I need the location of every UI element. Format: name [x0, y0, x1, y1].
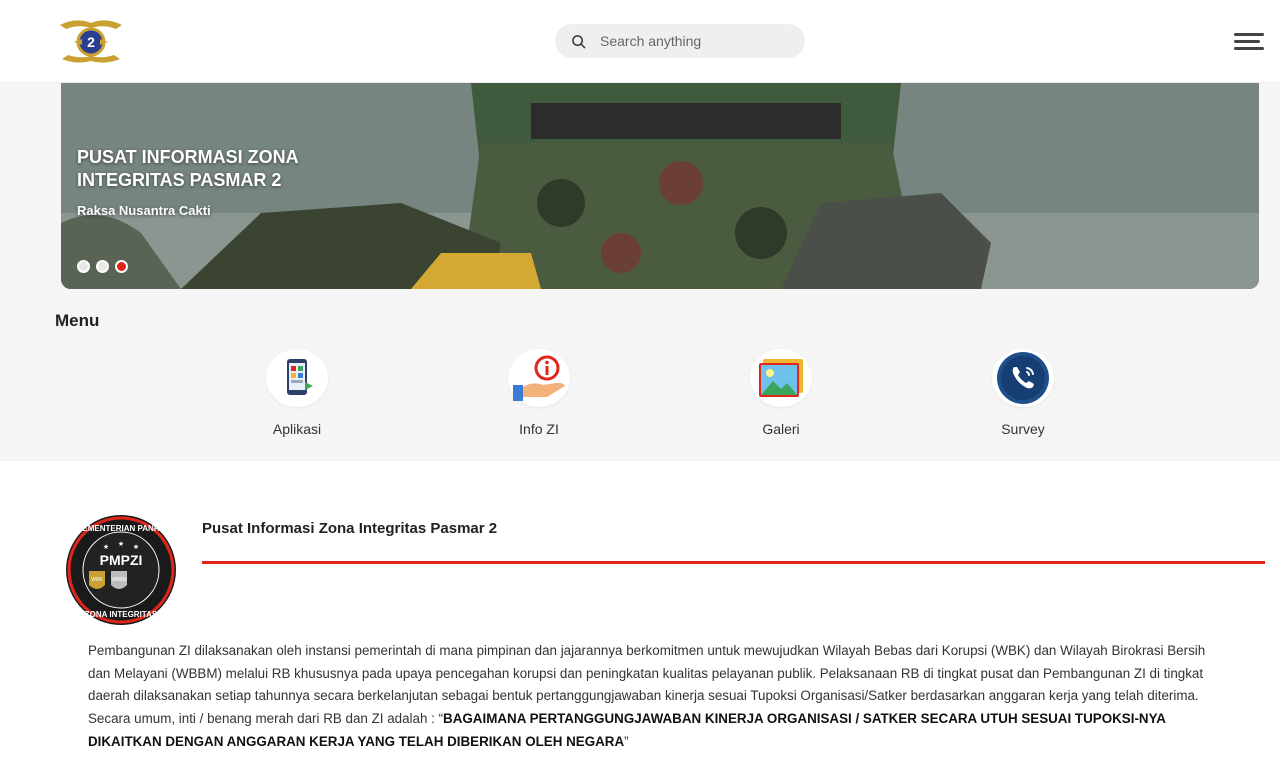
menu-item-galeri[interactable]: Galeri	[721, 349, 841, 437]
menu-label: Survey	[1001, 421, 1045, 437]
info-hand-icon	[513, 355, 565, 401]
search-input[interactable]	[598, 32, 792, 50]
hero-title: PUSAT INFORMASI ZONA INTEGRITAS PASMAR 2	[77, 147, 298, 190]
search-icon	[572, 34, 586, 48]
menu-item-survey[interactable]: Survey	[963, 349, 1083, 437]
badge-left-shield-text: WBK	[91, 577, 103, 583]
svg-text:2: 2	[87, 34, 95, 50]
pmpzi-badge-icon: KEMENTERIAN PANRB PMPZI ★ ★ ★ WBK WBBM Z…	[66, 515, 176, 625]
svg-text:★: ★	[103, 543, 109, 551]
menu-heading: Menu	[55, 311, 100, 330]
carousel-dot-3[interactable]	[115, 260, 128, 273]
hero-carousel[interactable]: PUSAT INFORMASI ZONA INTEGRITAS PASMAR 2…	[61, 83, 1259, 289]
hero-subtitle: Raksa Nusantra Cakti	[77, 203, 211, 218]
svg-text:★: ★	[133, 543, 139, 551]
paragraph-end: ”	[624, 733, 629, 749]
top-section: PUSAT INFORMASI ZONA INTEGRITAS PASMAR 2…	[0, 83, 1280, 461]
carousel-dot-1[interactable]	[77, 260, 90, 273]
menu-label: Aplikasi	[272, 421, 322, 437]
menu-label: Info ZI	[519, 421, 559, 437]
hamburger-menu-icon[interactable]	[1232, 30, 1266, 54]
carousel-dot-2[interactable]	[96, 260, 109, 273]
info-title: Pusat Informasi Zona Integritas Pasmar 2	[202, 520, 498, 537]
menu-icon-wrap	[266, 349, 328, 407]
badge-center-text: PMPZI	[100, 552, 143, 568]
badge-bottom-text: ZONA INTEGRITAS	[85, 610, 158, 619]
svg-text:★: ★	[118, 540, 124, 548]
menu-icon-wrap	[750, 349, 812, 407]
menu-icon-wrap	[508, 349, 570, 407]
gallery-image-icon	[759, 359, 803, 397]
header: 2	[0, 0, 1280, 83]
menu-item-aplikasi[interactable]: Aplikasi	[237, 349, 357, 437]
badge-right-shield-text: WBBM	[111, 577, 127, 583]
menu-label: Galeri	[762, 421, 800, 437]
menu-item-info-zi[interactable]: Info ZI	[479, 349, 599, 437]
badge-top-text: KEMENTERIAN PANRB	[77, 524, 166, 533]
search-bar[interactable]	[555, 24, 805, 58]
pasmar-logo-icon[interactable]: 2	[56, 15, 126, 69]
mobile-apps-icon	[287, 359, 313, 395]
title-divider	[202, 561, 1265, 564]
info-paragraph: Pembangunan ZI dilaksanakan oleh instans…	[88, 640, 1218, 754]
carousel-indicators	[77, 260, 128, 273]
phone-call-icon	[997, 352, 1049, 404]
menu-icon-wrap	[992, 349, 1054, 407]
